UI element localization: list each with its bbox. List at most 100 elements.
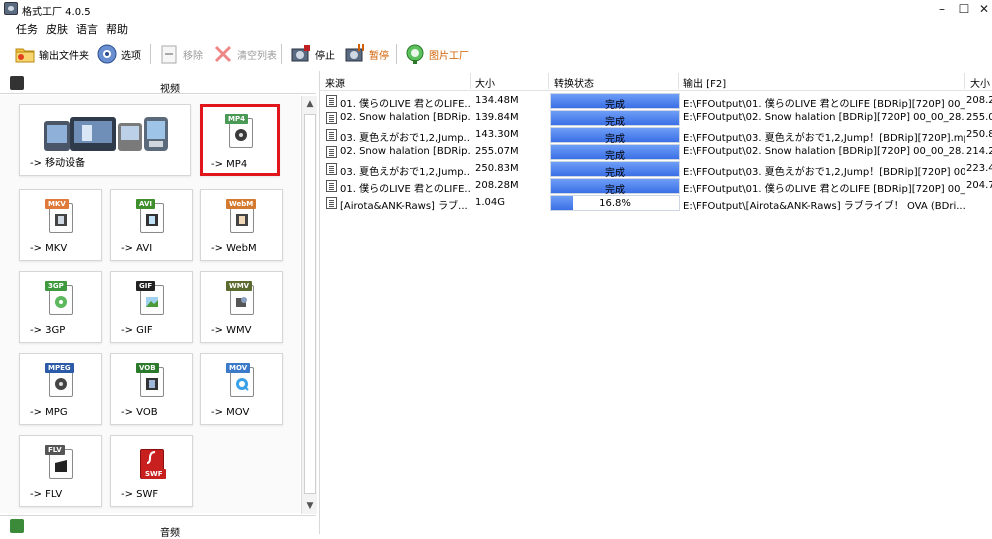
video-file-icon bbox=[326, 197, 337, 209]
menu-language[interactable]: 语言 bbox=[76, 21, 98, 37]
menu-skin[interactable]: 皮肤 bbox=[46, 21, 68, 37]
flv-file-icon: FLV bbox=[45, 445, 75, 481]
pause-icon bbox=[344, 43, 366, 65]
table-row[interactable]: 02. Snow halation [BDRip... 139.84M 完成 E:\F… bbox=[320, 109, 992, 128]
audio-category-label: 音频 bbox=[160, 528, 180, 539]
folder-icon bbox=[14, 43, 36, 65]
size-cell: 139.84M bbox=[475, 112, 519, 123]
mp4-file-icon: MP4 bbox=[225, 114, 255, 150]
status-text: 16.8% bbox=[599, 198, 631, 209]
source-cell: 01. 僕らのLIVE 君とのLIFE... bbox=[340, 184, 470, 195]
tile-mp4[interactable]: MP4 -> MP4 bbox=[200, 104, 280, 176]
menu-task[interactable]: 任务 bbox=[16, 21, 38, 37]
clear-icon bbox=[212, 43, 234, 65]
output-cell: E:\FFOutput\03. 夏色えがおで1,2,Jump！[BDRip][7… bbox=[683, 133, 965, 144]
tile-flv[interactable]: FLV -> FLV bbox=[19, 435, 102, 507]
video-file-icon bbox=[326, 112, 337, 124]
source-cell: 03. 夏色えがおで1,2,Jump... bbox=[340, 133, 470, 144]
menu-help[interactable]: 帮助 bbox=[106, 21, 128, 37]
tile-swf[interactable]: SWF -> SWF bbox=[110, 435, 193, 507]
stop-button[interactable]: 停止 bbox=[290, 42, 335, 66]
scroll-up-icon[interactable]: ▲ bbox=[303, 96, 317, 112]
tile-wmv[interactable]: WMV -> WMV bbox=[200, 271, 283, 343]
tile-mobile-devices[interactable]: -> 移动设备 bbox=[19, 104, 191, 176]
table-row[interactable]: 03. 夏色えがおで1,2,Jump... 143.30M 完成 E:\FFOutpu… bbox=[320, 126, 992, 145]
clear-list-button[interactable]: 清空列表 bbox=[212, 42, 277, 66]
source-cell: [Airota&ANK-Raws] ラブ... bbox=[340, 201, 468, 212]
picture-factory-button[interactable]: 图片工厂 bbox=[404, 42, 469, 66]
video-category-label: 视频 bbox=[160, 84, 180, 95]
column-output[interactable]: 输出 [F2] bbox=[683, 75, 726, 90]
tile-avi[interactable]: AVI -> AVI bbox=[110, 189, 193, 261]
source-cell: 01. 僕らのLIVE 君とのLIFE... bbox=[340, 99, 470, 110]
tile-gif[interactable]: GIF -> GIF bbox=[110, 271, 193, 343]
gear-icon bbox=[96, 43, 118, 65]
table-row[interactable]: 03. 夏色えがおで1,2,Jump... 250.83M 完成 E:\FFOutpu… bbox=[320, 160, 992, 179]
tile-webm[interactable]: WebM -> WebM bbox=[200, 189, 283, 261]
size-cell: 134.48M bbox=[475, 95, 519, 106]
output-cell: E:\FFOutput\01. 僕らのLIVE 君とのLIFE [BDRip][… bbox=[683, 99, 965, 110]
source-cell: 02. Snow halation [BDRip... bbox=[340, 112, 470, 123]
tile-label: -> MPG bbox=[30, 407, 68, 418]
output-size-cell: 204.7 bbox=[966, 180, 992, 191]
tile-mov[interactable]: MOV -> MOV bbox=[200, 353, 283, 425]
table-row[interactable]: 01. 僕らのLIVE 君とのLIFE... 208.28M 完成 E:\FFOutp… bbox=[320, 177, 992, 196]
column-status[interactable]: 转换状态 bbox=[554, 75, 594, 90]
column-output-size[interactable]: 大小 bbox=[970, 75, 990, 90]
tile-label: -> 移动设备 bbox=[30, 158, 86, 169]
table-row[interactable]: 01. 僕らのLIVE 君とのLIFE... 134.48M 完成 E:\FFOutp… bbox=[320, 92, 992, 111]
tile-label: -> WMV bbox=[211, 325, 252, 336]
tile-mkv[interactable]: MKV -> MKV bbox=[19, 189, 102, 261]
tile-mpg[interactable]: MPEG -> MPG bbox=[19, 353, 102, 425]
output-size-cell: 223.4 bbox=[966, 163, 992, 174]
audio-category-header[interactable]: 音频 bbox=[0, 515, 316, 539]
progress-bar: 完成 bbox=[550, 178, 680, 196]
avi-file-icon: AVI bbox=[136, 199, 166, 235]
tile-vob[interactable]: VOB -> VOB bbox=[110, 353, 193, 425]
remove-button[interactable]: 移除 bbox=[158, 42, 203, 66]
column-source[interactable]: 来源 bbox=[325, 75, 345, 90]
tile-label: -> WebM bbox=[211, 243, 257, 254]
progress-bar: 完成 bbox=[550, 127, 680, 145]
progress-bar: 完成 bbox=[550, 93, 680, 111]
pause-button[interactable]: 暂停 bbox=[344, 42, 389, 66]
minimize-button[interactable]: – bbox=[930, 1, 954, 17]
progress-bar: 16.8% bbox=[550, 195, 680, 211]
menu-bar: 任务 皮肤 语言 帮助 bbox=[0, 18, 992, 38]
table-row[interactable]: 02. Snow halation [BDRip... 255.07M 完成 E:\F… bbox=[320, 143, 992, 162]
scroll-down-icon[interactable]: ▼ bbox=[303, 498, 317, 514]
scrollbar-thumb[interactable] bbox=[304, 114, 316, 494]
size-cell: 250.83M bbox=[475, 163, 519, 174]
output-cell: E:\FFOutput\[Airota&ANK-Raws] ラブライブ！ OVA… bbox=[683, 201, 965, 212]
options-button[interactable]: 选项 bbox=[96, 42, 141, 66]
tile-label: -> FLV bbox=[30, 489, 63, 500]
picture-factory-label: 图片工厂 bbox=[429, 50, 469, 62]
tile-label: -> AVI bbox=[121, 243, 153, 254]
progress-bar: 完成 bbox=[550, 161, 680, 179]
size-cell: 143.30M bbox=[475, 129, 519, 140]
output-folder-button[interactable]: 输出文件夹 bbox=[14, 42, 89, 66]
tile-3gp[interactable]: 3GP -> 3GP bbox=[19, 271, 102, 343]
pause-label: 暂停 bbox=[369, 50, 389, 62]
video-file-icon bbox=[326, 146, 337, 158]
progress-bar: 完成 bbox=[550, 144, 680, 162]
stop-label: 停止 bbox=[315, 50, 335, 62]
tile-label: -> MKV bbox=[30, 243, 68, 254]
picture-factory-icon bbox=[404, 43, 426, 65]
column-size[interactable]: 大小 bbox=[475, 75, 495, 90]
swf-file-icon: SWF bbox=[136, 445, 166, 481]
close-button[interactable]: ✕ bbox=[972, 1, 992, 17]
output-cell: E:\FFOutput\02. Snow halation [BDRip][72… bbox=[683, 146, 965, 157]
task-table-header: 来源 大小 转换状态 输出 [F2] 大小 bbox=[320, 71, 992, 91]
task-list: 来源 大小 转换状态 输出 [F2] 大小 01. 僕らのLIVE 君とのLIF… bbox=[319, 71, 992, 534]
video-category-header[interactable]: 视频 bbox=[0, 72, 316, 95]
source-cell: 02. Snow halation [BDRip... bbox=[340, 146, 470, 157]
webm-file-icon: WebM bbox=[226, 199, 257, 235]
source-cell: 03. 夏色えがおで1,2,Jump... bbox=[340, 167, 470, 178]
format-grid-scrollbar[interactable]: ▲ ▼ bbox=[301, 96, 317, 514]
remove-label: 移除 bbox=[183, 50, 203, 62]
toolbar-separator bbox=[396, 44, 397, 64]
title-bar: 格式工厂 4.0.5 – ☐ ✕ bbox=[0, 0, 992, 18]
table-row[interactable]: [Airota&ANK-Raws] ラブ... 1.04G 16.8% E:\FFOu… bbox=[320, 194, 992, 212]
output-cell: E:\FFOutput\03. 夏色えがおで1,2,Jump！[BDRip][7… bbox=[683, 167, 965, 178]
